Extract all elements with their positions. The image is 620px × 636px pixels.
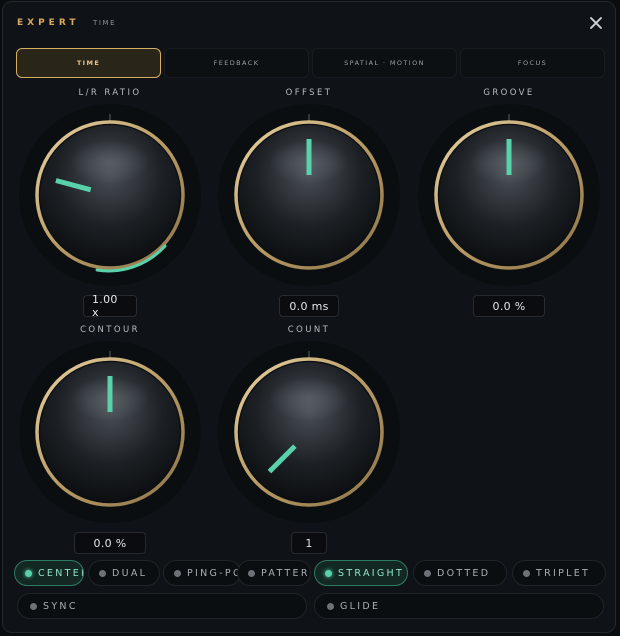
expert-panel: EXPERT TIME TIME FEEDBACK SPATIAL · MOTI… <box>2 1 616 633</box>
mode-label: PING-PC <box>187 567 241 579</box>
groove-value[interactable]: 0.0 % <box>473 295 545 317</box>
indicator-dot <box>174 569 181 577</box>
feel-label: STRAIGHT <box>338 567 405 579</box>
tab-spatial-motion[interactable]: SPATIAL · MOTION <box>312 48 457 78</box>
sync-toggle[interactable]: SYNC <box>17 593 307 619</box>
contour-knob[interactable] <box>15 337 205 527</box>
offset-label: OFFSET <box>285 88 333 98</box>
lr-ratio-knob[interactable] <box>15 100 205 290</box>
mode-label: DUAL <box>112 567 148 579</box>
knob-graphic <box>218 341 400 523</box>
indicator-dot <box>30 602 37 610</box>
knob-graphic <box>19 104 201 286</box>
panel-title: EXPERT <box>17 18 80 28</box>
knob-graphic <box>218 104 400 286</box>
knob-highlight <box>269 377 349 421</box>
glide-label: GLIDE <box>340 600 381 612</box>
offset-knob[interactable] <box>214 100 404 290</box>
indicator-dot <box>325 569 332 577</box>
contour-value[interactable]: 0.0 % <box>74 532 146 554</box>
groove-knob[interactable] <box>414 100 604 290</box>
indicator-dot <box>248 569 255 577</box>
mode-ping-pong-button[interactable]: PING-PC <box>163 560 241 586</box>
feel-straight-button[interactable]: STRAIGHT <box>314 560 408 586</box>
count-label: COUNT <box>287 325 331 335</box>
groove-label: GROOVE <box>483 88 535 98</box>
close-icon[interactable] <box>587 14 605 32</box>
mode-pattern-button[interactable]: PATTER <box>237 560 311 586</box>
lr-ratio-value[interactable]: 1.00 x <box>83 293 137 319</box>
feel-dotted-button[interactable]: DOTTED <box>413 560 507 586</box>
tab-time[interactable]: TIME <box>16 48 161 78</box>
count-value[interactable]: 1 <box>291 532 327 554</box>
glide-toggle[interactable]: GLIDE <box>314 593 604 619</box>
feel-label: DOTTED <box>437 567 491 579</box>
panel-subtitle: TIME <box>93 19 117 27</box>
indicator-dot <box>99 569 106 577</box>
knob-highlight <box>70 140 150 184</box>
knob-graphic <box>19 341 201 523</box>
feel-triplet-button[interactable]: TRIPLET <box>512 560 606 586</box>
contour-label: CONTOUR <box>80 325 140 335</box>
count-knob[interactable] <box>214 337 404 527</box>
indicator-dot <box>424 569 431 577</box>
knob-graphic <box>418 104 600 286</box>
mode-label: PATTER <box>261 567 310 579</box>
indicator-dot <box>327 602 334 610</box>
mode-dual-button[interactable]: DUAL <box>88 560 160 586</box>
indicator-dot <box>25 569 32 577</box>
feel-label: TRIPLET <box>536 567 591 579</box>
offset-value[interactable]: 0.0 ms <box>279 295 339 317</box>
lr-ratio-label: L/R RATIO <box>78 88 142 98</box>
tab-feedback[interactable]: FEEDBACK <box>164 48 309 78</box>
tab-focus[interactable]: FOCUS <box>460 48 605 78</box>
sync-label: SYNC <box>43 600 78 612</box>
mode-center-button[interactable]: CENTER <box>14 560 84 586</box>
mode-label: CENTER <box>38 567 83 579</box>
indicator-dot <box>523 569 530 577</box>
